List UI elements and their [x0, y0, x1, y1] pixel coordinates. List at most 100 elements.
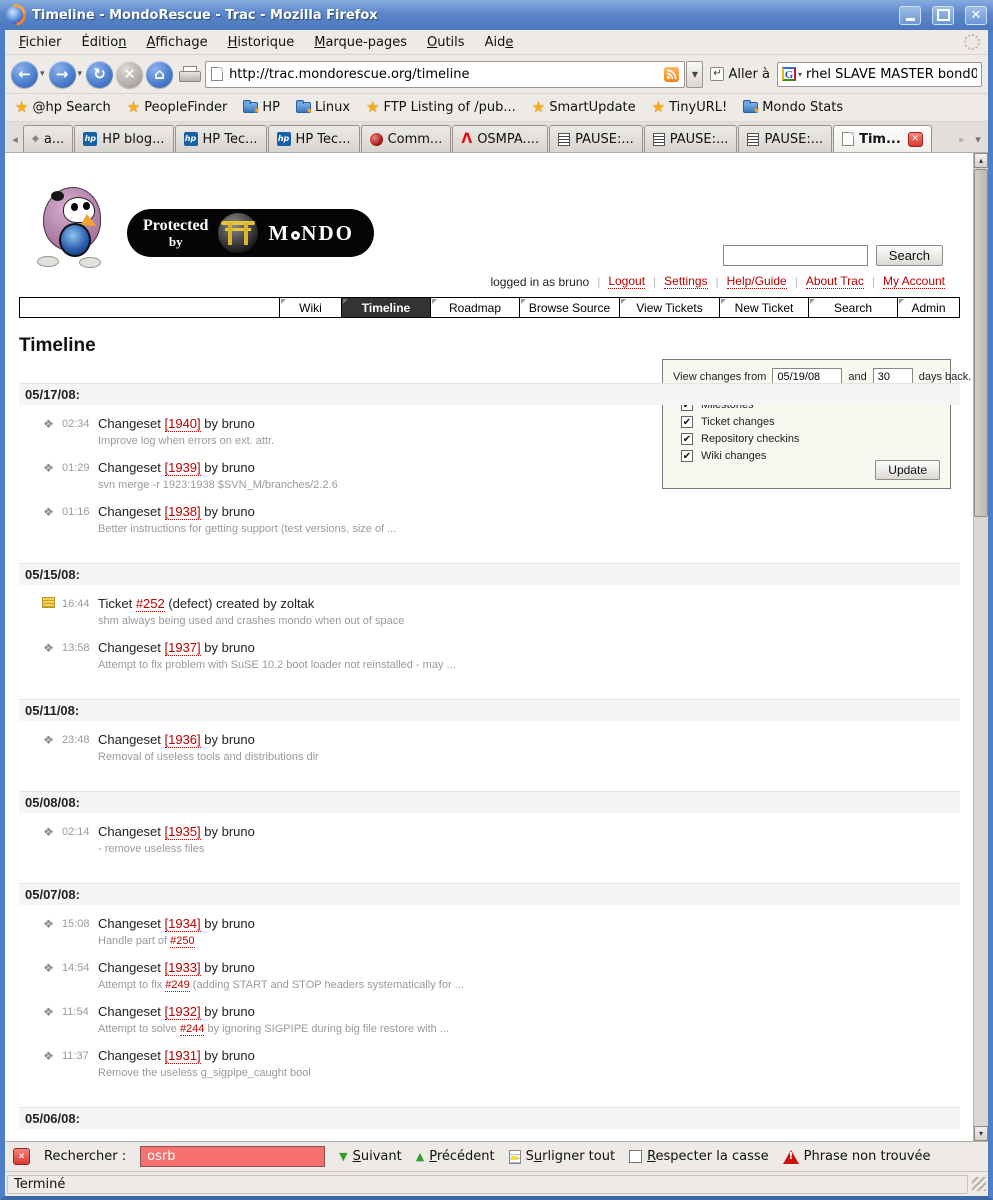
site-logo[interactable]: Protected by MNDO: [35, 187, 635, 269]
nav-tab-new-ticket[interactable]: New Ticket: [719, 298, 808, 317]
maximize-button[interactable]: [932, 6, 954, 25]
home-button[interactable]: ⌂: [146, 61, 173, 88]
minimize-button[interactable]: [899, 6, 921, 25]
bookmark-linux[interactable]: Linux: [296, 100, 350, 115]
tab-9[interactable]: PAUSE:...: [738, 125, 832, 152]
bookmark-label: Linux: [315, 100, 350, 115]
mondo-brand-text: MNDO: [268, 221, 354, 246]
ticket-ref-link[interactable]: #244: [180, 1023, 204, 1036]
search-engine-dropdown-icon[interactable]: ▾: [798, 70, 802, 79]
scroll-down-icon[interactable]: ▾: [974, 1126, 988, 1141]
bookmark-hp-search[interactable]: ★@hp Search: [15, 100, 111, 115]
nav-tab-search[interactable]: Search: [808, 298, 897, 317]
highlight-all-label: Surligner tout: [526, 1149, 615, 1164]
tab-5[interactable]: Comm...: [361, 125, 452, 152]
nav-tab-roadmap[interactable]: Roadmap: [430, 298, 519, 317]
menu-outils[interactable]: Outils: [417, 32, 475, 53]
tab-4[interactable]: hpHP Tec...: [268, 125, 360, 152]
event-link[interactable]: [1940]: [165, 416, 201, 432]
find-next-button[interactable]: ▼ Suivant: [339, 1149, 402, 1164]
nav-tab-wiki[interactable]: Wiki: [279, 298, 341, 317]
vertical-scrollbar[interactable]: ▴ ▾: [973, 153, 988, 1141]
tab-scroll-right[interactable]: ▸: [954, 126, 970, 152]
checkbox-icon[interactable]: [629, 1150, 642, 1163]
metanav-link-settings[interactable]: Settings: [664, 274, 707, 289]
stop-button[interactable]: ✕: [116, 61, 143, 88]
bookmark-peoplefinder[interactable]: ★PeopleFinder: [127, 100, 228, 115]
print-button[interactable]: [179, 66, 199, 82]
event-link[interactable]: [1937]: [165, 640, 201, 656]
label-post: ffichage: [155, 35, 207, 50]
event-link[interactable]: [1931]: [165, 1048, 201, 1064]
tab-scroll-left[interactable]: ◂: [7, 126, 23, 152]
menu-marque-pages[interactable]: Marque-pages: [304, 32, 417, 53]
menu-edition[interactable]: Édition: [72, 32, 137, 53]
menu-historique[interactable]: Historique: [218, 32, 305, 53]
tab-7[interactable]: PAUSE:...: [549, 125, 643, 152]
tab-1[interactable]: ◆a...: [23, 125, 73, 152]
nav-tab-browse-source[interactable]: Browse Source: [519, 298, 619, 317]
web-search-box[interactable]: G ▾: [777, 62, 982, 87]
bookmark-ftp-listing[interactable]: ★FTP Listing of /pub...: [366, 100, 516, 115]
url-bar[interactable]: http://trac.mondorescue.org/timeline: [205, 61, 685, 88]
menu-affichage[interactable]: Affichage: [137, 32, 218, 53]
menu-aide[interactable]: Aide: [475, 32, 524, 53]
web-search-input[interactable]: [806, 67, 977, 82]
back-button[interactable]: ←: [11, 61, 38, 88]
find-prev-button[interactable]: ▲ Précédent: [416, 1149, 495, 1164]
metanav-link-help-guide[interactable]: Help/Guide: [727, 274, 787, 289]
bookmark-mondo-stats[interactable]: Mondo Stats: [743, 100, 843, 115]
google-icon[interactable]: G: [782, 67, 796, 81]
event-link[interactable]: [1938]: [165, 504, 201, 520]
title-post: by bruno: [201, 916, 255, 931]
match-case-checkbox[interactable]: Respecter la casse: [629, 1149, 769, 1164]
nav-tab-admin[interactable]: Admin: [897, 298, 959, 317]
find-input[interactable]: [140, 1146, 325, 1167]
nav-tab-timeline[interactable]: Timeline: [341, 298, 430, 317]
firefox-window: Timeline - MondoRescue - Trac - Mozilla …: [0, 0, 993, 1200]
ticket-glyph: [42, 597, 55, 608]
nav-tab-view-tickets[interactable]: View Tickets: [619, 298, 719, 317]
tab-3[interactable]: hpHP Tec...: [175, 125, 267, 152]
tab-8[interactable]: PAUSE:...: [644, 125, 738, 152]
ticket-ref-link[interactable]: #249: [165, 979, 189, 992]
event-link[interactable]: [1934]: [165, 916, 201, 932]
event-link[interactable]: [1939]: [165, 460, 201, 476]
metanav-link-logout[interactable]: Logout: [608, 274, 645, 289]
scroll-up-icon[interactable]: ▴: [974, 153, 988, 168]
bookmark-hp[interactable]: HP: [243, 100, 280, 115]
tab-10[interactable]: Tim...✕: [833, 125, 932, 152]
go-button[interactable]: ↵ Aller à: [706, 65, 774, 84]
back-dropdown-icon[interactable]: ▾: [40, 69, 45, 79]
rss-feed-icon[interactable]: [664, 67, 679, 82]
event-link[interactable]: [1935]: [165, 824, 201, 840]
reload-button[interactable]: ↻: [86, 61, 113, 88]
tab-2[interactable]: hpHP blog...: [74, 125, 173, 152]
event-link[interactable]: [1936]: [165, 732, 201, 748]
forward-button[interactable]: →: [49, 61, 76, 88]
forward-dropdown-icon[interactable]: ▾: [78, 69, 83, 79]
metanav-link-my-account[interactable]: My Account: [883, 274, 945, 289]
scrollbar-thumb[interactable]: [974, 169, 988, 517]
menu-fichier[interactable]: Fichier: [9, 32, 72, 53]
url-history-dropdown[interactable]: ▼: [686, 61, 703, 88]
highlight-all-button[interactable]: Surligner tout: [509, 1149, 615, 1164]
close-button[interactable]: ✕: [965, 6, 987, 25]
resize-grip[interactable]: [972, 1177, 986, 1191]
tab-list-dropdown[interactable]: ▾: [970, 126, 986, 152]
metanav-link-about-trac[interactable]: About Trac: [806, 274, 864, 289]
trac-search-button[interactable]: Search: [876, 245, 943, 266]
ticket-ref-link[interactable]: #250: [170, 935, 194, 948]
trac-search-input[interactable]: [723, 245, 868, 266]
url-text[interactable]: http://trac.mondorescue.org/timeline: [229, 67, 658, 82]
bookmark-tinyurl[interactable]: ★TinyURL!: [652, 100, 728, 115]
event-link[interactable]: #252: [136, 596, 165, 612]
event-title: Changeset [1936] by bruno: [98, 732, 255, 747]
findbar-close-icon[interactable]: ✕: [13, 1148, 30, 1165]
event-link[interactable]: [1933]: [165, 960, 201, 976]
tab-6[interactable]: ΛOSMPA....: [452, 125, 548, 152]
event-description: Attempt to solve #244 by ignoring SIGPIP…: [98, 1023, 960, 1035]
event-link[interactable]: [1932]: [165, 1004, 201, 1020]
bookmark-smartupdate[interactable]: ★SmartUpdate: [532, 100, 636, 115]
tab-close-icon[interactable]: ✕: [908, 132, 923, 147]
